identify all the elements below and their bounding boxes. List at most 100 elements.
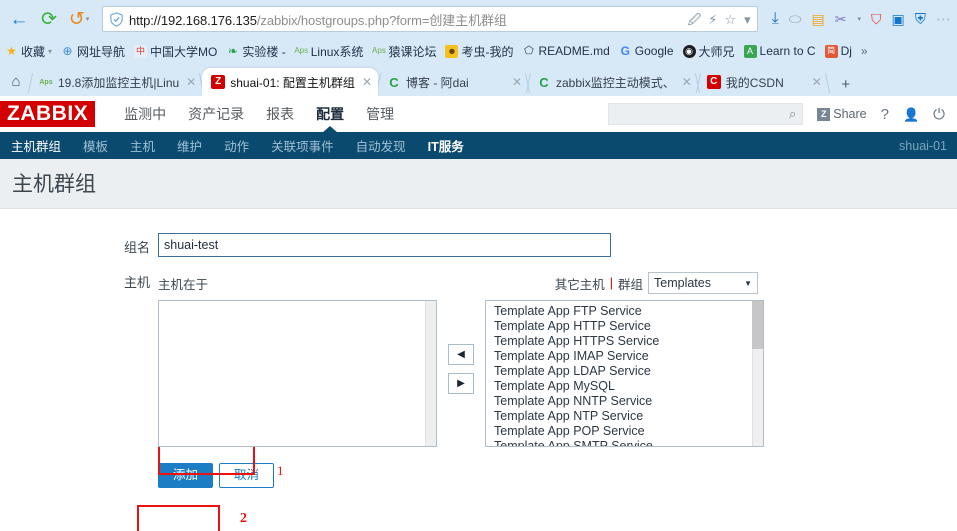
security-shield-icon	[110, 11, 123, 27]
nav-label: 配置	[316, 106, 345, 122]
tab-close-icon[interactable]: ✕	[360, 75, 372, 89]
list-item[interactable]: Template App IMAP Service	[494, 349, 759, 364]
bookmark-item[interactable]: ⬠ README.md	[522, 44, 610, 58]
user-profile-icon[interactable]: 👤	[903, 108, 919, 121]
nav-label: 资产记录	[188, 106, 245, 122]
download-icon[interactable]: ⤓	[772, 10, 779, 28]
available-templates-scrollbar-track[interactable]	[752, 301, 763, 446]
chevron-down-icon[interactable]: ▾	[744, 13, 751, 26]
tab-close-icon[interactable]: ✕	[184, 75, 196, 89]
move-right-button[interactable]: ▶	[448, 373, 474, 394]
tab-label: zabbix监控主动模式、	[556, 75, 675, 90]
nav-item-monitoring[interactable]: 监测中	[113, 96, 177, 132]
scissors-screenshot-icon[interactable]: ✂	[835, 11, 847, 28]
template-group-select-value: Templates	[654, 276, 711, 290]
more-options-icon[interactable]: ⋯	[936, 10, 951, 28]
bookmark-item[interactable]: G Google	[619, 44, 674, 58]
template-group-select[interactable]: Templates ▼	[648, 272, 758, 294]
list-item[interactable]: Template App NTP Service	[494, 409, 759, 424]
bookmark-item[interactable]: ❧ 实验楼 -	[226, 43, 286, 60]
tab-close-icon[interactable]: ✕	[810, 75, 822, 89]
subnav-item-actions[interactable]: 动作	[213, 132, 260, 159]
send-to-phone-icon[interactable]: ▤	[812, 11, 825, 28]
bookmark-item[interactable]: Aps Linux系统	[294, 43, 363, 60]
lightning-icon[interactable]: ⚡	[708, 13, 717, 26]
nav-item-administration[interactable]: 管理	[355, 96, 405, 132]
group-name-input[interactable]	[158, 233, 611, 257]
selected-hosts-listbox[interactable]	[158, 300, 437, 447]
power-logout-icon[interactable]: ⏻	[933, 107, 945, 122]
list-item[interactable]: Template App HTTPS Service	[494, 334, 759, 349]
bookmark-item[interactable]: 中 中国大学MO	[134, 43, 217, 60]
subnav-item-hosts[interactable]: 主机	[119, 132, 166, 159]
refresh-button[interactable]: ⟳	[36, 6, 62, 32]
browser-tab[interactable]: C zabbix监控主动模式、 ✕	[528, 68, 698, 96]
subnav-item-maintenance[interactable]: 维护	[166, 132, 213, 159]
list-item[interactable]: Template App MySQL	[494, 379, 759, 394]
bookmark-item[interactable]: ☻ 考虫-我的	[445, 43, 513, 60]
zabbix-logo[interactable]: ZABBIX	[0, 101, 96, 127]
move-left-button[interactable]: ◀	[448, 344, 474, 365]
browser-tab[interactable]: C 博客 - 阿dai ✕	[378, 68, 528, 96]
bookmark-item[interactable]: ★ 收藏 ▾	[5, 43, 52, 60]
bookmarks-overflow-button[interactable]: »	[861, 44, 868, 58]
tab-close-icon[interactable]: ✕	[510, 75, 522, 89]
tab-label: 我的CSDN	[725, 75, 784, 90]
global-search-box[interactable]: ⌕	[608, 103, 804, 125]
dual-list: ◀ ▶ Template App FTP Service Template Ap…	[158, 300, 764, 447]
selected-hosts-scrollbar[interactable]	[425, 301, 436, 446]
subnav-label: 模板	[83, 140, 109, 154]
bookmark-item[interactable]: ⊕ 网址导航	[61, 43, 126, 60]
back-button[interactable]: ←	[6, 6, 32, 32]
tab-close-icon[interactable]: ✕	[680, 75, 692, 89]
list-item[interactable]: Template App NNTP Service	[494, 394, 759, 409]
address-bar[interactable]: http://192.168.176.135/zabbix/hostgroups…	[102, 6, 758, 32]
list-item[interactable]: Template App POP Service	[494, 424, 759, 439]
add-button[interactable]: 添加	[158, 463, 214, 488]
star-bookmark-icon[interactable]: ☆	[724, 13, 736, 26]
bookmark-item[interactable]: Aps 猿课论坛	[372, 43, 436, 60]
selected-hosts-items	[159, 301, 436, 304]
list-item[interactable]: Template App HTTP Service	[494, 319, 759, 334]
bookmark-label: Learn to C	[759, 44, 816, 58]
scissors-caret-icon[interactable]: ▾	[857, 15, 861, 23]
shopping-bag-icon[interactable]: ⛉	[871, 11, 882, 28]
share-button[interactable]: Z Share	[817, 107, 867, 121]
nav-item-reports[interactable]: 报表	[255, 96, 305, 132]
nav-item-inventory[interactable]: 资产记录	[177, 96, 255, 132]
list-item[interactable]: Template App SMTP Service	[494, 439, 759, 446]
bookmarks-bar: ★ 收藏 ▾ ⊕ 网址导航 中 中国大学MO ❧ 实验楼 - Aps Linux…	[0, 38, 957, 64]
history-undo-button[interactable]: ↺ ▾	[66, 6, 92, 32]
bookmark-item[interactable]: ◉ 大师兄	[682, 43, 735, 60]
subnav-item-discovery[interactable]: 自动发现	[345, 132, 417, 159]
nav-item-configuration[interactable]: 配置	[305, 96, 355, 132]
chevron-down-icon[interactable]: ▾	[48, 47, 52, 56]
subnav-item-correlation[interactable]: 关联项事件	[260, 132, 345, 159]
chevron-down-icon: ▼	[744, 278, 752, 288]
available-templates-listbox[interactable]: Template App FTP Service Template App HT…	[485, 300, 764, 447]
bookmark-item[interactable]: A Learn to C	[743, 44, 816, 58]
new-tab-button[interactable]: +	[831, 72, 861, 96]
subnav-item-host-groups[interactable]: 主机群组	[0, 132, 72, 159]
browser-tab[interactable]: C 我的CSDN ✕	[698, 68, 828, 96]
available-templates-scrollbar-thumb[interactable]	[752, 301, 763, 349]
hosts-row: 主机 主机在于 其它主机 | 群组 Templates ▼ ◀ ▶ Templa…	[0, 272, 957, 488]
cancel-button[interactable]: 取消	[219, 463, 275, 488]
back-arrow-icon: ←	[9, 8, 29, 30]
help-icon[interactable]: ?	[881, 107, 889, 122]
browser-tab-active[interactable]: Z shuai-01: 配置主机群组 ✕	[202, 68, 378, 96]
header-right-group: ⌕ Z Share ? 👤 ⏻	[608, 103, 957, 125]
bookmark-item[interactable]: 简 Dj	[824, 44, 852, 58]
browser-tab[interactable]: Aps 19.8添加监控主机|Linu ✕	[30, 68, 202, 96]
privacy-leaf-icon[interactable]: ⬭	[789, 11, 802, 28]
shield-download-icon[interactable]: ⛨	[915, 11, 926, 28]
subnav-item-it-services[interactable]: IT服务	[417, 132, 475, 159]
list-item[interactable]: Template App LDAP Service	[494, 364, 759, 379]
globe-icon: ⊕	[62, 44, 73, 58]
edit-pen-icon[interactable]: 🖉	[687, 13, 701, 26]
refresh-icon: ⟳	[41, 8, 57, 30]
home-button[interactable]: ⌂	[2, 66, 30, 96]
search-box-icon[interactable]: ▣	[892, 11, 905, 28]
subnav-item-templates[interactable]: 模板	[72, 132, 119, 159]
list-item[interactable]: Template App FTP Service	[494, 304, 759, 319]
